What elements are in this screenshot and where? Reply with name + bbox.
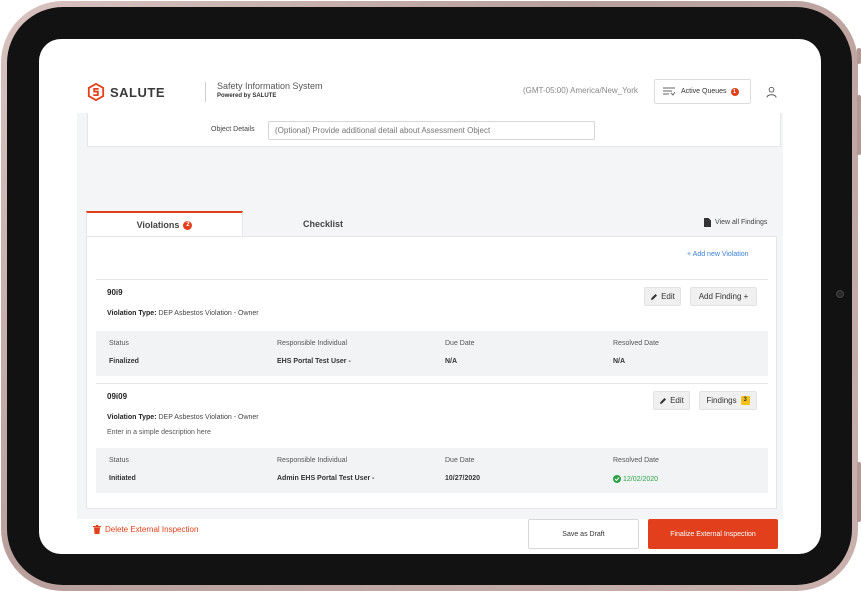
- save-draft-label: Save as Draft: [562, 530, 605, 538]
- object-details-input[interactable]: [268, 121, 595, 140]
- findings-label: Findings: [706, 396, 737, 405]
- status-value: Initiated: [109, 475, 136, 482]
- object-details-label: Object Details: [211, 126, 255, 133]
- violation-type: Violation Type: DEP Asbestos Violation -…: [107, 310, 259, 317]
- violations-panel: + Add new Violation 90i9 Violation Type:…: [86, 236, 777, 509]
- responsible-value: Admin EHS Portal Test User -: [277, 475, 375, 482]
- edit-button[interactable]: Edit: [644, 287, 681, 306]
- view-all-findings-link[interactable]: View all Findings: [704, 218, 767, 227]
- add-new-violation-link[interactable]: + Add new Violation: [687, 251, 749, 258]
- resolved-date-value: N/A: [613, 358, 626, 365]
- violation-type-value: DEP Asbestos Violation - Owner: [158, 414, 259, 421]
- responsible-value: EHS Portal Test User -: [277, 358, 351, 365]
- salute-logo-icon: [87, 83, 105, 101]
- violation-meta-row: Status Initiated Responsible Individual …: [96, 448, 768, 493]
- edit-label: Edit: [661, 292, 675, 301]
- finalize-inspection-button[interactable]: Finalize External Inspection: [648, 519, 778, 549]
- tablet-volume-button: [857, 95, 861, 155]
- violation-description: Enter in a simple description here: [107, 429, 211, 436]
- pencil-icon: [651, 293, 658, 300]
- violation-meta-row: Status Finalized Responsible Individual …: [96, 331, 768, 376]
- powered-by: Powered by SALUTE: [217, 93, 277, 99]
- header-divider: [205, 82, 206, 102]
- resolved-date-text: 12/02/2020: [623, 475, 659, 483]
- status-value: Finalized: [109, 358, 139, 365]
- resolved-date-header: Resolved Date: [613, 340, 659, 347]
- active-queues-label: Active Queues: [681, 88, 727, 95]
- violation-card: 09i09 Violation Type: DEP Asbestos Viola…: [96, 383, 768, 501]
- check-circle-icon: [613, 475, 621, 483]
- queue-list-icon: [663, 87, 675, 96]
- due-date-value: N/A: [445, 358, 458, 365]
- system-title: Safety Information System: [217, 81, 323, 91]
- tablet-volume-button: [857, 462, 861, 522]
- tab-bar: Violations 2 Checklist: [86, 211, 776, 237]
- tablet-camera: [836, 290, 844, 298]
- tablet-side-button: [857, 48, 861, 64]
- tab-violations-label: Violations: [136, 220, 180, 230]
- violation-code: 09i09: [107, 392, 128, 401]
- status-header: Status: [109, 457, 129, 464]
- tab-checklist-label: Checklist: [302, 219, 344, 229]
- tab-checklist[interactable]: Checklist: [243, 211, 403, 237]
- violation-type-value: DEP Asbestos Violation - Owner: [158, 310, 259, 317]
- resolved-date-value: 12/02/2020: [613, 475, 658, 483]
- responsible-header: Responsible Individual: [277, 457, 348, 464]
- violation-code: 90i9: [107, 288, 123, 297]
- trash-icon: [93, 525, 101, 534]
- view-all-findings-label: View all Findings: [715, 219, 768, 226]
- pencil-icon: [660, 397, 667, 404]
- due-date-header: Due Date: [445, 340, 475, 347]
- document-icon: [704, 218, 711, 227]
- findings-button[interactable]: Findings 3: [699, 391, 757, 410]
- timezone-label: (GMT-05:00) America/New_York: [523, 86, 638, 95]
- app-window: SALUTE Safety Information System Powered…: [77, 79, 783, 549]
- due-date-header: Due Date: [445, 457, 475, 464]
- finalize-inspection-label: Finalize External Inspection: [670, 530, 756, 538]
- save-draft-button[interactable]: Save as Draft: [528, 519, 639, 549]
- violation-card: 90i9 Violation Type: DEP Asbestos Violat…: [96, 279, 768, 382]
- add-finding-label: Add Finding +: [698, 292, 749, 301]
- violation-type: Violation Type: DEP Asbestos Violation -…: [107, 414, 259, 421]
- edit-button[interactable]: Edit: [653, 391, 690, 410]
- violation-type-label: Violation Type:: [107, 414, 157, 421]
- responsible-header: Responsible Individual: [277, 340, 348, 347]
- violation-type-label: Violation Type:: [107, 310, 157, 317]
- active-queues-badge: 1: [730, 87, 739, 96]
- user-profile-icon[interactable]: [766, 86, 777, 98]
- tablet-screen: SALUTE Safety Information System Powered…: [39, 39, 821, 554]
- status-header: Status: [109, 340, 129, 347]
- resolved-date-header: Resolved Date: [613, 457, 659, 464]
- delete-inspection-label: Delete External Inspection: [105, 525, 199, 534]
- findings-count-badge: 3: [740, 396, 750, 405]
- violations-count-badge: 2: [183, 220, 193, 230]
- tab-violations[interactable]: Violations 2: [86, 211, 243, 237]
- top-header: SALUTE Safety Information System Powered…: [77, 79, 783, 113]
- due-date-value: 10/27/2020: [445, 475, 481, 482]
- active-queues-button[interactable]: Active Queues 1: [654, 79, 751, 104]
- delete-inspection-link[interactable]: Delete External Inspection: [93, 525, 198, 534]
- edit-label: Edit: [670, 396, 684, 405]
- brand-name: SALUTE: [110, 84, 165, 100]
- add-finding-button[interactable]: Add Finding +: [690, 287, 757, 306]
- salute-logo[interactable]: SALUTE: [87, 83, 165, 101]
